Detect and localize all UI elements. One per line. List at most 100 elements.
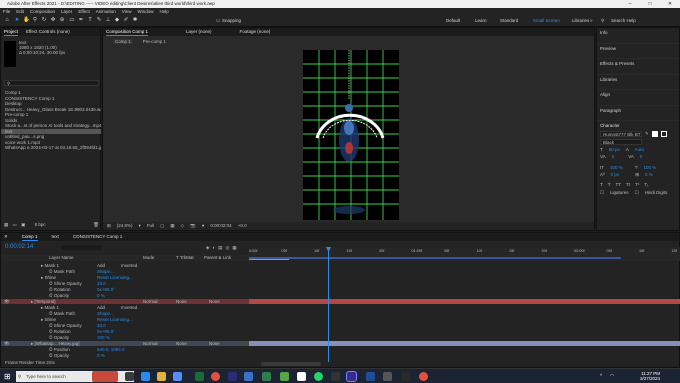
property-row[interactable]: ⏱ Mask Path Shape... xyxy=(1,269,249,274)
workspace-small-screen[interactable]: Small Screen xyxy=(533,17,560,24)
color-channel-icon[interactable]: ● xyxy=(202,222,205,230)
vertical-scale-value[interactable]: 100 % xyxy=(610,165,623,170)
layer-name[interactable]: ⏱ Mask Path xyxy=(49,269,75,274)
search-icon[interactable]: ⚲ xyxy=(601,17,604,24)
search-help-input[interactable]: Search Help xyxy=(611,17,636,24)
kerning-value[interactable]: 0 xyxy=(612,154,615,159)
layer-bar[interactable] xyxy=(249,299,680,305)
menu-composition[interactable]: Composition xyxy=(30,8,55,15)
snapping-checkbox[interactable]: ☐ xyxy=(215,17,221,24)
timeline-timecode[interactable]: 0:00:02:14 xyxy=(5,244,33,250)
layer-name[interactable]: ⏱ Opacity xyxy=(49,293,69,298)
layer-bar[interactable] xyxy=(249,341,680,347)
tab-project[interactable]: Project xyxy=(4,28,19,36)
zoom-dropdown[interactable]: (24.8%) xyxy=(117,222,133,230)
clone-stamp-tool-icon[interactable]: ⊥ xyxy=(105,17,111,24)
task-view-icon[interactable] xyxy=(125,372,134,381)
layer-name[interactable]: ⏱ Position xyxy=(49,347,70,352)
workspace-overflow-icon[interactable]: » xyxy=(590,17,593,24)
exposure-value[interactable]: +0.0 xyxy=(238,222,247,230)
layer-row[interactable]: 👁 ▸ [Temporal] Normal None None xyxy=(1,299,249,305)
tab-layer[interactable]: Layer (none) xyxy=(186,28,212,36)
photos-icon[interactable] xyxy=(244,372,253,381)
current-time-indicator[interactable] xyxy=(328,247,329,362)
layer-name[interactable]: ▸ Shine xyxy=(41,275,56,280)
zoom-tool-icon[interactable]: ⚲ xyxy=(32,17,38,24)
edge-browser-icon[interactable] xyxy=(141,372,150,381)
after-effects-icon[interactable] xyxy=(346,371,357,382)
keyframe-track[interactable] xyxy=(249,287,680,292)
terminal-icon[interactable] xyxy=(331,372,340,381)
keyframe-track[interactable] xyxy=(249,305,680,310)
trkmat-dropdown[interactable]: None xyxy=(176,341,187,346)
keyframe-track[interactable] xyxy=(249,293,680,298)
frame-blend-icon[interactable]: ▤ xyxy=(218,245,222,251)
menu-view[interactable]: View xyxy=(122,8,132,15)
layer-name[interactable]: ⏱ Shine Opacity xyxy=(49,281,82,286)
tab-comp1[interactable]: Comp 1 xyxy=(21,233,38,241)
magnifier-toggle-icon[interactable]: ⊞ xyxy=(107,222,111,230)
file-explorer-icon[interactable] xyxy=(157,372,166,381)
font-style-dropdown[interactable]: Black xyxy=(600,139,642,145)
property-row[interactable]: ▸ Shine Reset Licensing... xyxy=(1,317,249,322)
interpret-footage-icon[interactable]: ▦ xyxy=(4,222,8,227)
mode-dropdown[interactable]: Add xyxy=(97,263,105,268)
mode-dropdown[interactable]: Normal xyxy=(143,341,158,346)
tsume-value[interactable]: 0 % xyxy=(645,172,653,178)
app2-icon[interactable] xyxy=(383,372,392,381)
workspace-libraries[interactable]: Libraries xyxy=(572,17,589,24)
panel-effects-presets[interactable]: Effects & Presets xyxy=(597,59,679,75)
pen-tool-icon[interactable]: ✒ xyxy=(78,17,84,24)
timeline-zoom-slider[interactable] xyxy=(261,362,321,366)
leading-value[interactable]: Auto xyxy=(635,147,644,152)
selection-tool-icon[interactable]: ➤ xyxy=(14,17,20,24)
camera-tool-icon[interactable]: ✥ xyxy=(50,17,56,24)
visibility-icon[interactable]: 👁 xyxy=(4,299,10,304)
font-family-dropdown[interactable]: Humnst777 Blk BT xyxy=(600,131,642,137)
puppet-pin-tool-icon[interactable]: ✱ xyxy=(132,17,138,24)
layer-name[interactable]: ▸ Mask 1 xyxy=(41,263,59,268)
viewer-timecode[interactable]: 0:00:02:04 xyxy=(210,222,231,230)
keyframe-track[interactable] xyxy=(249,323,680,328)
keyframe-track[interactable] xyxy=(249,329,680,334)
faux-italic-button[interactable]: T xyxy=(608,182,611,187)
network-icon[interactable]: ◠ xyxy=(610,373,614,379)
layer-name[interactable]: ⏱ Opacity xyxy=(49,353,69,358)
layer-name[interactable]: ⏱ Mask Path xyxy=(49,311,75,316)
maximize-button[interactable]: □ xyxy=(640,0,660,8)
trkmat-dropdown[interactable]: None xyxy=(176,299,187,304)
property-value[interactable]: 33.0 xyxy=(97,281,106,286)
workspace-learn[interactable]: Learn xyxy=(475,17,487,24)
menu-edit[interactable]: Edit xyxy=(16,8,24,15)
keyframe-track[interactable] xyxy=(249,317,680,322)
baseline-shift-value[interactable]: 0 px xyxy=(611,172,620,178)
panel-info[interactable]: Info xyxy=(597,28,679,44)
rotate-tool-icon[interactable]: ↻ xyxy=(41,17,47,24)
property-value[interactable]: 0 % xyxy=(97,293,105,298)
layer-name[interactable]: ▸ [Whatsap... Heavy.jpg] xyxy=(31,341,79,346)
inverted-checkbox[interactable]: Inverted xyxy=(121,263,137,268)
premiere-icon[interactable] xyxy=(228,372,237,381)
small-caps-button[interactable]: Tt xyxy=(626,182,630,187)
shy-icon[interactable]: ◐ xyxy=(212,245,215,251)
property-row[interactable]: ⏱ Opacity 100 % xyxy=(1,335,249,340)
hindi-digits-checkbox[interactable]: ☐ xyxy=(635,190,639,196)
property-row[interactable]: ⏱ Mask Path Shape... xyxy=(1,311,249,316)
keyframe-track[interactable] xyxy=(249,347,680,352)
workspace-default[interactable]: Default xyxy=(446,17,460,24)
work-area-bar[interactable] xyxy=(249,257,621,259)
menu-effect[interactable]: Effect xyxy=(78,8,89,15)
whatsapp-desktop-icon[interactable] xyxy=(314,372,323,381)
faux-bold-button[interactable]: T xyxy=(600,182,603,187)
eyedropper-icon[interactable]: ✎ xyxy=(645,131,649,137)
parent-dropdown[interactable]: None xyxy=(209,341,220,346)
roi-icon[interactable]: ▢ xyxy=(160,222,164,230)
type-tool-icon[interactable]: T xyxy=(87,17,93,24)
property-value[interactable]: Shape... xyxy=(97,269,114,274)
tray-chevron-icon[interactable]: ^ xyxy=(600,373,602,378)
close-button[interactable]: ✕ xyxy=(660,0,680,8)
tab-text[interactable]: text xyxy=(52,233,59,241)
motion-blur-icon[interactable]: ◎ xyxy=(225,245,229,251)
menu-animation[interactable]: Animation xyxy=(96,8,116,15)
ligatures-checkbox[interactable]: ☐ xyxy=(600,190,604,196)
